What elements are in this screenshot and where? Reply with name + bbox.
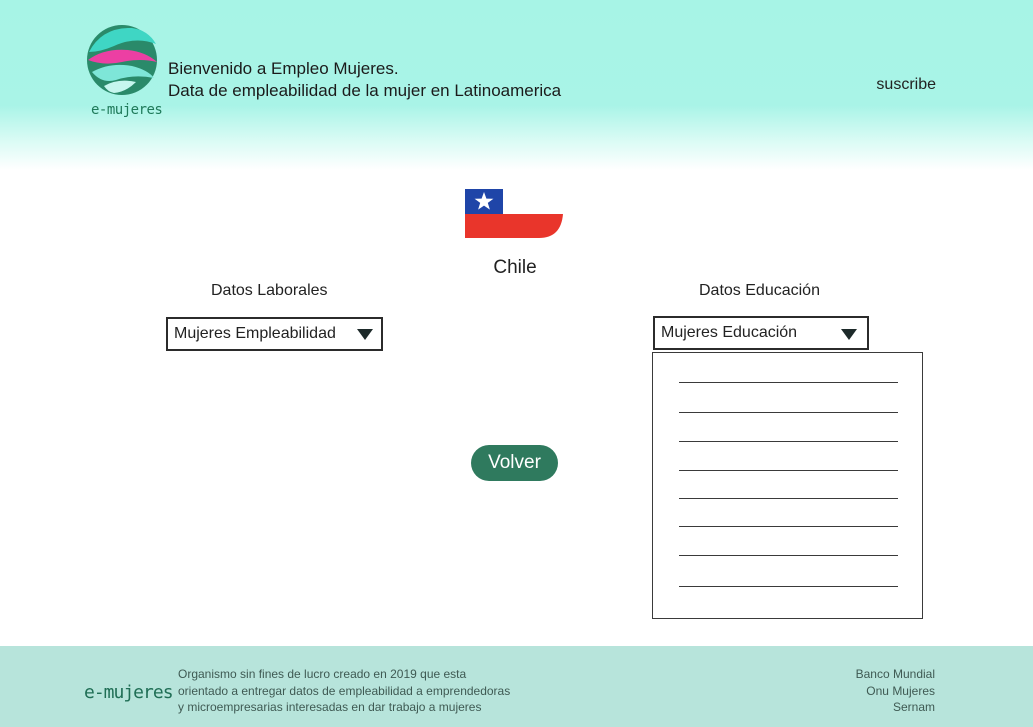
datos-educacion-select[interactable]: Mujeres Educación: [653, 316, 869, 350]
country-name: Chile: [493, 257, 537, 278]
caret-down-icon[interactable]: [841, 329, 857, 340]
footer-description-line-3: y microempresarias interesadas en dar tr…: [178, 700, 482, 714]
dropdown-option-placeholder[interactable]: [679, 470, 898, 471]
datos-educacion-selected: Mujeres Educación: [661, 324, 798, 341]
chile-flag-icon: [465, 189, 563, 238]
datos-educacion-dropdown-list: [652, 352, 923, 619]
welcome-text: Bienvenido a Empleo Mujeres. Data de emp…: [168, 58, 561, 102]
footer-description: Organismo sin fines de lucro creado en 2…: [178, 666, 510, 716]
e-mujeres-logo-icon[interactable]: [84, 22, 160, 98]
footer-description-line-1: Organismo sin fines de lucro creado en 2…: [178, 667, 467, 681]
footer-partners: Banco Mundial Onu Mujeres Sernam: [856, 666, 935, 716]
caret-down-icon[interactable]: [357, 329, 373, 340]
partner-onu-mujeres[interactable]: Onu Mujeres: [856, 683, 935, 700]
datos-educacion-label: Datos Educación: [699, 282, 820, 299]
partner-banco-mundial[interactable]: Banco Mundial: [856, 666, 935, 683]
dropdown-option-placeholder[interactable]: [679, 441, 898, 442]
datos-laborales-selected: Mujeres Empleabilidad: [174, 325, 336, 342]
dropdown-option-placeholder[interactable]: [679, 382, 898, 383]
partner-sernam[interactable]: Sernam: [856, 699, 935, 716]
footer-description-line-2: orientado a entregar datos de empleabili…: [178, 683, 511, 698]
datos-laborales-select[interactable]: Mujeres Empleabilidad: [166, 317, 383, 351]
welcome-line-1: Bienvenido a Empleo Mujeres.: [168, 59, 399, 78]
logo-text: e-mujeres: [91, 102, 163, 118]
dropdown-option-placeholder[interactable]: [679, 586, 898, 587]
volver-button[interactable]: Volver: [471, 445, 558, 481]
dropdown-option-placeholder[interactable]: [679, 412, 898, 413]
dropdown-option-placeholder[interactable]: [679, 555, 898, 556]
footer-logo-text[interactable]: e-mujeres: [84, 682, 174, 703]
subscribe-link[interactable]: suscribe: [876, 76, 936, 94]
dropdown-option-placeholder[interactable]: [679, 526, 898, 527]
dropdown-option-placeholder[interactable]: [679, 498, 898, 499]
footer: e-mujeres Organismo sin fines de lucro c…: [0, 646, 1033, 727]
datos-laborales-label: Datos Laborales: [211, 282, 328, 299]
header: e-mujeres Bienvenido a Empleo Mujeres. D…: [0, 0, 1033, 170]
welcome-line-2: Data de empleabilidad de la mujer en Lat…: [168, 81, 562, 100]
